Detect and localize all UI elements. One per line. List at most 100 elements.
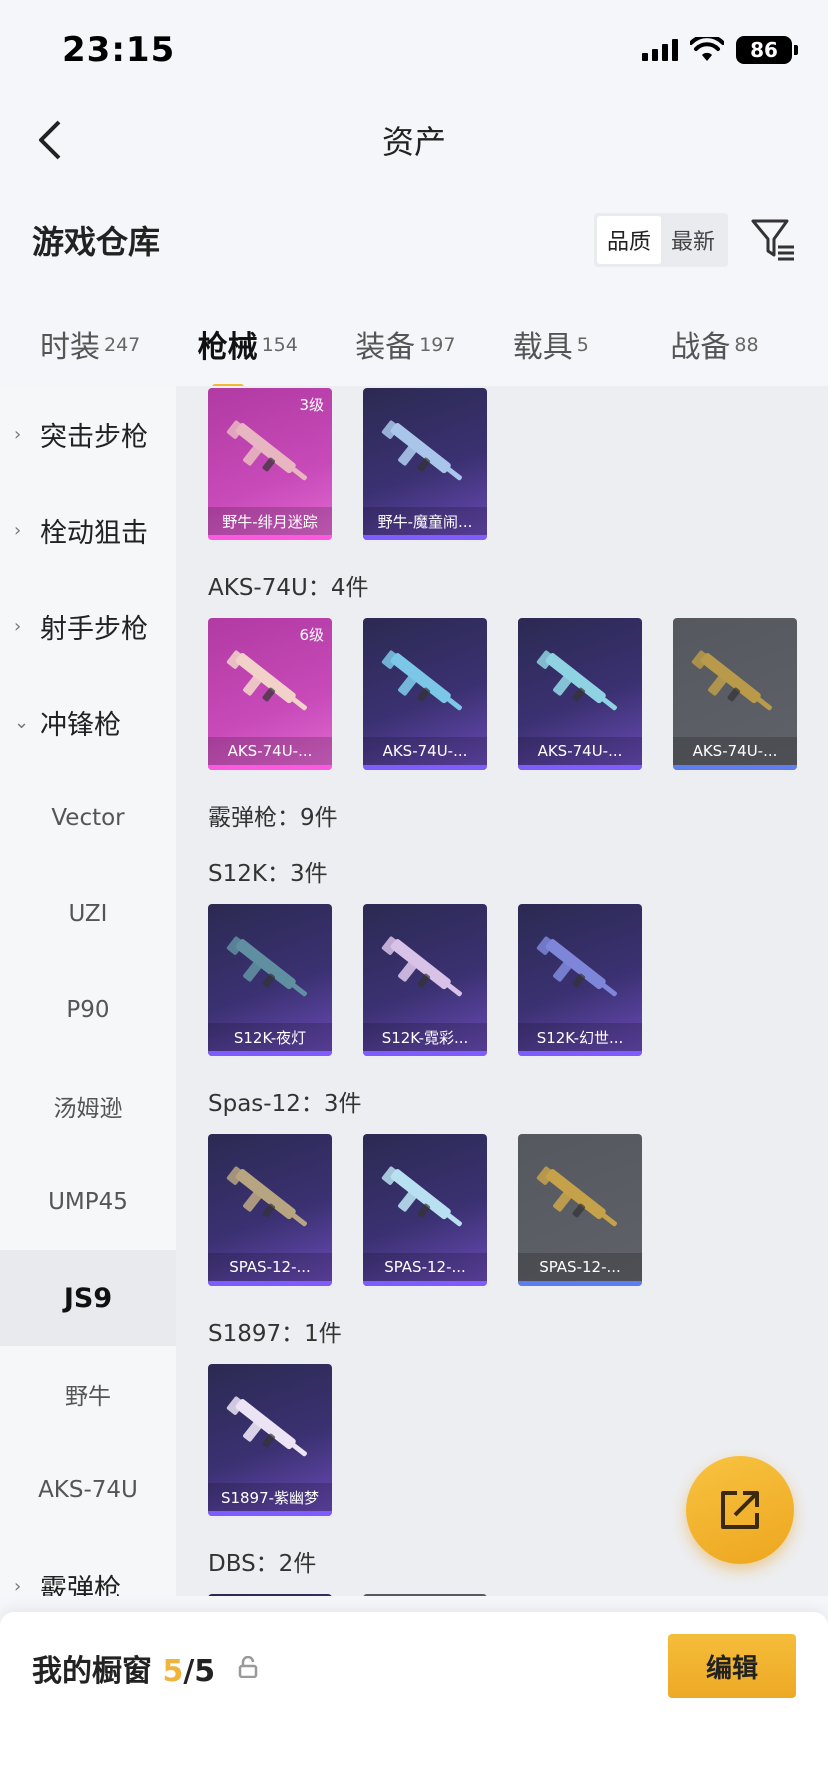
- weapon-card[interactable]: S12K-幻世...: [518, 904, 642, 1056]
- sidebar-item[interactable]: UZI: [0, 866, 176, 962]
- filter-icon[interactable]: [750, 217, 796, 263]
- status-icons: 86: [642, 36, 798, 64]
- edit-button[interactable]: 编辑: [668, 1634, 796, 1698]
- group-label: DBS：2件: [208, 1551, 317, 1577]
- weapon-name: S1897-紫幽梦: [208, 1483, 332, 1511]
- weapon-name: S12K-幻世...: [518, 1023, 642, 1051]
- weapon-image: [381, 936, 462, 997]
- sidebar-item-label: 栓动狙击: [40, 517, 148, 549]
- weapon-image: [226, 420, 307, 481]
- weapon-name: 野牛-魔童闹...: [363, 507, 487, 535]
- weapon-image: [381, 420, 462, 481]
- weapon-card[interactable]: AKS-74U-...: [363, 618, 487, 770]
- sidebar-item[interactable]: JS9: [0, 1250, 176, 1346]
- sidebar-item-label: Vector: [51, 805, 125, 831]
- chevron-right-icon: ›: [14, 615, 22, 637]
- rarity-bar: [208, 1281, 332, 1286]
- rarity-bar: [208, 765, 332, 770]
- showcase-total: /5: [183, 1654, 216, 1689]
- weapon-card[interactable]: SPAS-12-...: [363, 1134, 487, 1286]
- weapon-image: [226, 936, 307, 997]
- weapon-card[interactable]: S12K-霓彩...: [363, 904, 487, 1056]
- nav-bar: 资产: [0, 100, 828, 180]
- tab-label: 装备: [355, 330, 416, 365]
- weapon-image: [381, 1166, 462, 1227]
- group-label: S12K：3件: [208, 861, 328, 887]
- tab-fashion[interactable]: 时装 247: [40, 322, 198, 366]
- weapon-card[interactable]: SPAS-12-...: [518, 1134, 642, 1286]
- share-button[interactable]: [686, 1456, 794, 1564]
- sidebar-category[interactable]: › 栓动狙击: [0, 482, 176, 578]
- group-label: AKS-74U：4件: [208, 575, 369, 601]
- sort-toggle: 品质 最新: [593, 213, 728, 267]
- sidebar-item-label: P90: [66, 997, 110, 1023]
- tab-label: 时装: [40, 330, 100, 365]
- weapon-name: S12K-夜灯: [208, 1023, 332, 1051]
- sort-newest[interactable]: 最新: [661, 216, 725, 264]
- group-label: S1897：1件: [208, 1321, 342, 1347]
- sidebar-item[interactable]: P90: [0, 962, 176, 1058]
- weapon-name: SPAS-12-...: [363, 1253, 487, 1281]
- weapon-image: [691, 650, 772, 711]
- rarity-bar: [518, 765, 642, 770]
- weapon-image: [536, 650, 617, 711]
- sidebar-item[interactable]: 汤姆逊: [0, 1058, 176, 1154]
- weapon-name: AKS-74U-...: [673, 737, 797, 765]
- rarity-bar: [518, 1281, 642, 1286]
- weapon-card[interactable]: SPAS-12-...: [208, 1134, 332, 1286]
- sidebar-item[interactable]: UMP45: [0, 1154, 176, 1250]
- sidebar-item-label: JS9: [63, 1282, 113, 1314]
- weapon-card[interactable]: 3级 野牛-绯月迷踪: [208, 388, 332, 540]
- status-time: 23:15: [62, 30, 176, 70]
- lock-icon: [238, 1656, 258, 1678]
- weapon-card[interactable]: AKS-74U-...: [673, 618, 797, 770]
- page-title: 资产: [381, 123, 446, 161]
- sidebar-category[interactable]: ⌄ 冲锋枪: [0, 674, 176, 770]
- status-bar: 23:15 86: [0, 0, 828, 100]
- rarity-bar: [363, 1051, 487, 1056]
- weapon-card[interactable]: S12K-夜灯: [208, 904, 332, 1056]
- weapon-card[interactable]: S1897-紫幽梦: [208, 1364, 332, 1516]
- sidebar-item[interactable]: AKS-74U: [0, 1442, 176, 1538]
- weapon-card[interactable]: [208, 1594, 332, 1596]
- weapon-card[interactable]: [363, 1594, 487, 1596]
- rarity-bar: [363, 1281, 487, 1286]
- chevron-right-icon: ›: [14, 1575, 22, 1597]
- rarity-bar: [208, 1051, 332, 1056]
- group-label: 霰弹枪：9件: [208, 805, 338, 831]
- showcase-title: 我的橱窗: [32, 1654, 152, 1689]
- weapon-card[interactable]: 6级 AKS-74U-...: [208, 618, 332, 770]
- weapon-sidebar: › 突击步枪 › 栓动狙击 › 射手步枪 ⌄ 冲锋枪 Vector UZI P90 汤姆逊 UMP45 J…: [0, 386, 176, 1596]
- sidebar-item[interactable]: 野牛: [0, 1346, 176, 1442]
- sidebar-item-label: 射手步枪: [40, 613, 148, 645]
- tab-equipment[interactable]: 装备 197: [355, 322, 513, 366]
- tab-label: 载具: [512, 330, 573, 365]
- chevron-right-icon: ›: [14, 423, 22, 445]
- weapon-card[interactable]: 野牛-魔童闹...: [363, 388, 487, 540]
- sidebar-item[interactable]: Vector: [0, 770, 176, 866]
- weapon-image: [381, 650, 462, 711]
- rarity-bar: [518, 1051, 642, 1056]
- sidebar-item-label: 汤姆逊: [53, 1096, 123, 1122]
- weapon-card[interactable]: AKS-74U-...: [518, 618, 642, 770]
- tab-count: 154: [261, 333, 298, 356]
- level-badge: 6级: [299, 626, 324, 644]
- sidebar-category[interactable]: › 突击步枪: [0, 386, 176, 482]
- tab-gear[interactable]: 战备 88: [670, 322, 828, 366]
- sidebar-item-label: 冲锋枪: [40, 709, 121, 741]
- rarity-bar: [363, 535, 487, 540]
- weapon-image: [226, 1166, 307, 1227]
- chevron-down-icon: ⌄: [14, 711, 30, 733]
- sidebar-category[interactable]: › 霰弹枪: [0, 1538, 176, 1597]
- wifi-icon: [690, 37, 724, 61]
- sidebar-item-label: 野牛: [65, 1384, 111, 1410]
- tab-label: 战备: [670, 330, 731, 365]
- sort-quality[interactable]: 品质: [596, 216, 661, 264]
- weapon-name: SPAS-12-...: [208, 1253, 332, 1281]
- weapon-name: AKS-74U-...: [208, 737, 332, 765]
- tab-firearms[interactable]: 枪械 154: [198, 322, 356, 390]
- back-button[interactable]: [24, 114, 76, 166]
- sidebar-category[interactable]: › 射手步枪: [0, 578, 176, 674]
- tab-count: 88: [734, 333, 759, 356]
- tab-vehicles[interactable]: 载具 5: [513, 322, 671, 366]
